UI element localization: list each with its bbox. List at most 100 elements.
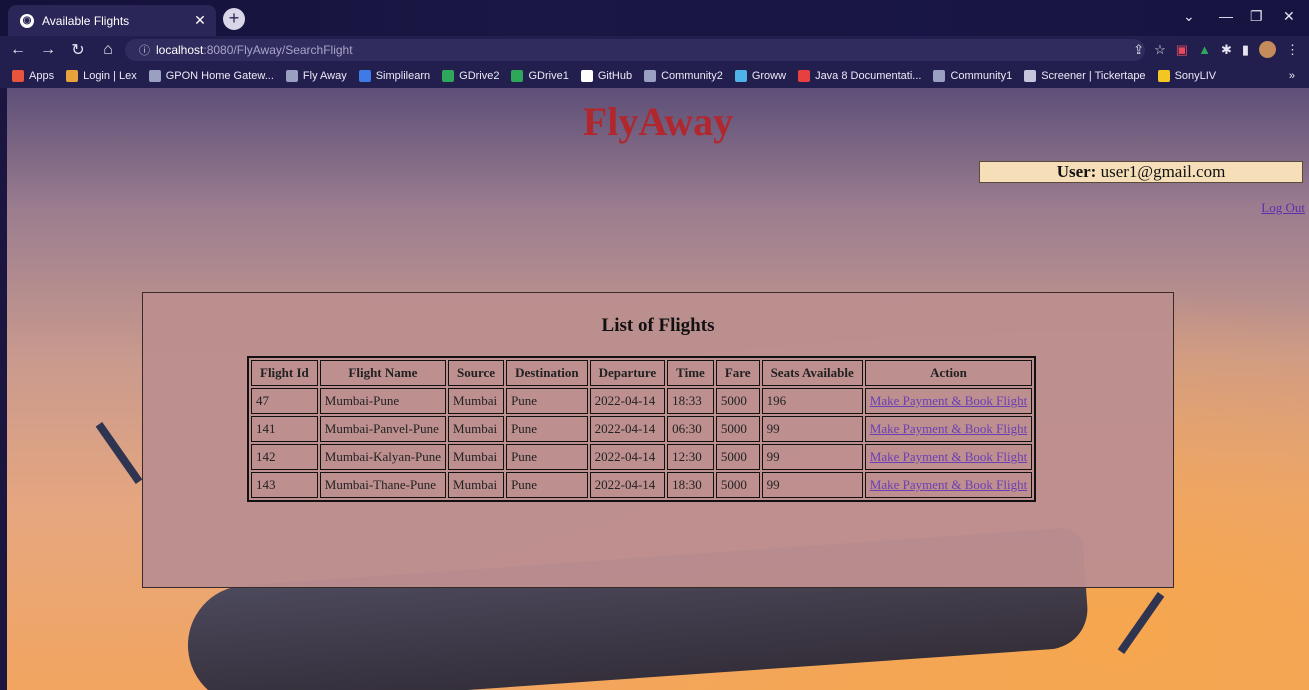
bookmark-item[interactable]: GPON Home Gatew... bbox=[148, 70, 274, 82]
table-cell: 5000 bbox=[715, 444, 760, 470]
table-cell: 12:30 bbox=[667, 444, 714, 470]
side-panel-icon[interactable]: ▮ bbox=[1242, 42, 1249, 58]
bookmark-item[interactable]: GDrive1 bbox=[511, 70, 569, 82]
table-header-row: Flight Id Flight Name Source Destination Dep… bbox=[251, 360, 1033, 386]
table-cell: Mumbai-Pune bbox=[319, 388, 447, 414]
home-icon[interactable]: ⌂ bbox=[96, 41, 120, 59]
url-host: localhost bbox=[156, 43, 204, 57]
profile-avatar[interactable] bbox=[1259, 41, 1276, 58]
table-cell: Pune bbox=[506, 416, 588, 442]
table-cell: 5000 bbox=[715, 388, 760, 414]
book-flight-link[interactable]: Make Payment & Book Flight bbox=[864, 416, 1033, 442]
bookmark-item[interactable]: Apps bbox=[12, 70, 54, 82]
bookmark-label: GDrive1 bbox=[528, 70, 569, 82]
book-flight-link[interactable]: Make Payment & Book Flight bbox=[864, 472, 1033, 498]
bookmark-star-icon[interactable]: ☆ bbox=[1154, 42, 1166, 58]
column-header: Fare bbox=[715, 360, 760, 386]
table-cell: 99 bbox=[761, 444, 863, 470]
bookmark-label: Screener | Tickertape bbox=[1041, 70, 1146, 82]
tab-search-icon[interactable]: ⌄ bbox=[1183, 8, 1195, 25]
bookmark-item[interactable]: GDrive2 bbox=[442, 70, 499, 82]
background-plane-wing bbox=[95, 422, 143, 484]
bookmark-item[interactable]: Community1 bbox=[933, 70, 1012, 82]
column-header: Flight Name bbox=[319, 360, 447, 386]
table-row: 141 Mumbai-Panvel-Pune Mumbai Pune 2022-04-1… bbox=[251, 416, 1033, 442]
site-title: FlyAway bbox=[582, 99, 734, 144]
user-email: user1@gmail.com bbox=[1100, 162, 1226, 181]
column-header: Time bbox=[667, 360, 714, 386]
bookmark-favicon-icon bbox=[933, 70, 946, 82]
bookmark-item[interactable]: Java 8 Documentati... bbox=[798, 70, 921, 82]
bookmark-item[interactable]: Simplilearn bbox=[358, 70, 431, 82]
table-cell: 06:30 bbox=[667, 416, 714, 442]
bookmark-favicon-icon bbox=[12, 70, 24, 82]
bookmark-favicon-icon bbox=[285, 70, 298, 82]
globe-icon: ◉ bbox=[20, 13, 34, 28]
bookmark-label: Simplilearn bbox=[375, 70, 431, 82]
close-window-icon[interactable]: ✕ bbox=[1283, 8, 1295, 25]
restore-icon[interactable]: ❐ bbox=[1250, 8, 1263, 25]
table-row: 143 Mumbai-Thane-Pune Mumbai Pune 2022-04-14… bbox=[251, 472, 1033, 498]
site-info-icon[interactable]: ⓘ bbox=[139, 42, 150, 58]
tab-title: Available Flights bbox=[42, 13, 130, 28]
pocket-extension-icon[interactable]: ▣ bbox=[1176, 42, 1188, 58]
bookmark-label: Login | Lex bbox=[83, 70, 137, 82]
table-row: 47 Mumbai-Pune Mumbai Pune 2022-04-14 18:33 50… bbox=[251, 388, 1033, 414]
user-info-box: User: user1@gmail.com bbox=[979, 161, 1303, 183]
table-cell: 99 bbox=[761, 472, 863, 498]
book-flight-link[interactable]: Make Payment & Book Flight bbox=[864, 444, 1033, 470]
flights-panel: List of Flights Flight Id Flight Name Sour… bbox=[142, 292, 1174, 588]
bookmark-label: Community2 bbox=[661, 70, 723, 82]
bookmark-favicon-icon bbox=[734, 70, 747, 82]
browser-tab[interactable]: ◉ Available Flights ✕ bbox=[8, 5, 216, 36]
bookmark-favicon-icon bbox=[798, 70, 811, 82]
bookmark-item[interactable]: Fly Away bbox=[285, 70, 347, 82]
table-cell: Mumbai-Kalyan-Pune bbox=[319, 444, 447, 470]
bookmark-label: Apps bbox=[29, 70, 55, 82]
back-icon[interactable]: ← bbox=[6, 41, 30, 59]
close-tab-icon[interactable]: ✕ bbox=[190, 12, 210, 29]
bookmark-label: GPON Home Gatew... bbox=[165, 70, 274, 82]
table-cell: Mumbai-Thane-Pune bbox=[319, 472, 447, 498]
more-bookmarks-icon[interactable]: » bbox=[1289, 70, 1295, 82]
flights-table: Flight Id Flight Name Source Destination Dep… bbox=[247, 356, 1037, 502]
bookmark-item[interactable]: Groww bbox=[734, 70, 786, 82]
drive-extension-icon[interactable]: ▲ bbox=[1198, 42, 1211, 57]
table-cell: 2022-04-14 bbox=[589, 472, 666, 498]
table-cell: 18:30 bbox=[667, 472, 714, 498]
bookmark-item[interactable]: Community2 bbox=[644, 70, 723, 82]
table-cell: 141 bbox=[251, 416, 318, 442]
forward-icon[interactable]: → bbox=[36, 41, 60, 59]
share-icon[interactable]: ⇪ bbox=[1133, 42, 1144, 58]
bookmark-favicon-icon bbox=[580, 70, 593, 82]
bookmark-item[interactable]: GitHub bbox=[580, 70, 632, 82]
bookmark-item[interactable]: Login | Lex bbox=[66, 70, 137, 82]
bookmark-favicon-icon bbox=[148, 70, 161, 82]
bookmark-item[interactable]: Screener | Tickertape bbox=[1024, 70, 1146, 82]
list-title: List of Flights bbox=[601, 315, 715, 336]
user-label: User: bbox=[1056, 162, 1097, 181]
bookmarks-bar: Apps Login | Lex GPON Home Gatew... Fly Awa… bbox=[0, 64, 1309, 88]
extensions-puzzle-icon[interactable]: ✱ bbox=[1221, 42, 1232, 58]
bookmark-label: Community1 bbox=[950, 70, 1013, 82]
new-tab-icon[interactable]: + bbox=[223, 8, 245, 30]
minimize-icon[interactable]: — bbox=[1219, 8, 1233, 24]
table-cell: Mumbai bbox=[448, 416, 505, 442]
logout-link[interactable]: Log Out bbox=[1261, 200, 1305, 216]
book-flight-link[interactable]: Make Payment & Book Flight bbox=[864, 388, 1033, 414]
table-cell: Pune bbox=[506, 388, 588, 414]
bookmark-item[interactable]: SonyLIV bbox=[1157, 70, 1217, 82]
column-header: Departure bbox=[589, 360, 666, 386]
bookmark-label: SonyLIV bbox=[1174, 70, 1217, 82]
table-cell: Mumbai-Panvel-Pune bbox=[319, 416, 447, 442]
table-cell: 2022-04-14 bbox=[589, 416, 666, 442]
table-cell: 142 bbox=[251, 444, 318, 470]
address-bar[interactable]: ⓘ localhost :8080/FlyAway/SearchFlight bbox=[125, 39, 1145, 61]
menu-kebab-icon[interactable]: ⋮ bbox=[1286, 42, 1299, 58]
bookmark-favicon-icon bbox=[511, 70, 524, 82]
table-cell: Pune bbox=[506, 444, 588, 470]
table-cell: 196 bbox=[761, 388, 863, 414]
table-row: 142 Mumbai-Kalyan-Pune Mumbai Pune 2022-04-1… bbox=[251, 444, 1033, 470]
bookmark-favicon-icon bbox=[1024, 70, 1037, 82]
reload-icon[interactable]: ↻ bbox=[66, 40, 90, 60]
